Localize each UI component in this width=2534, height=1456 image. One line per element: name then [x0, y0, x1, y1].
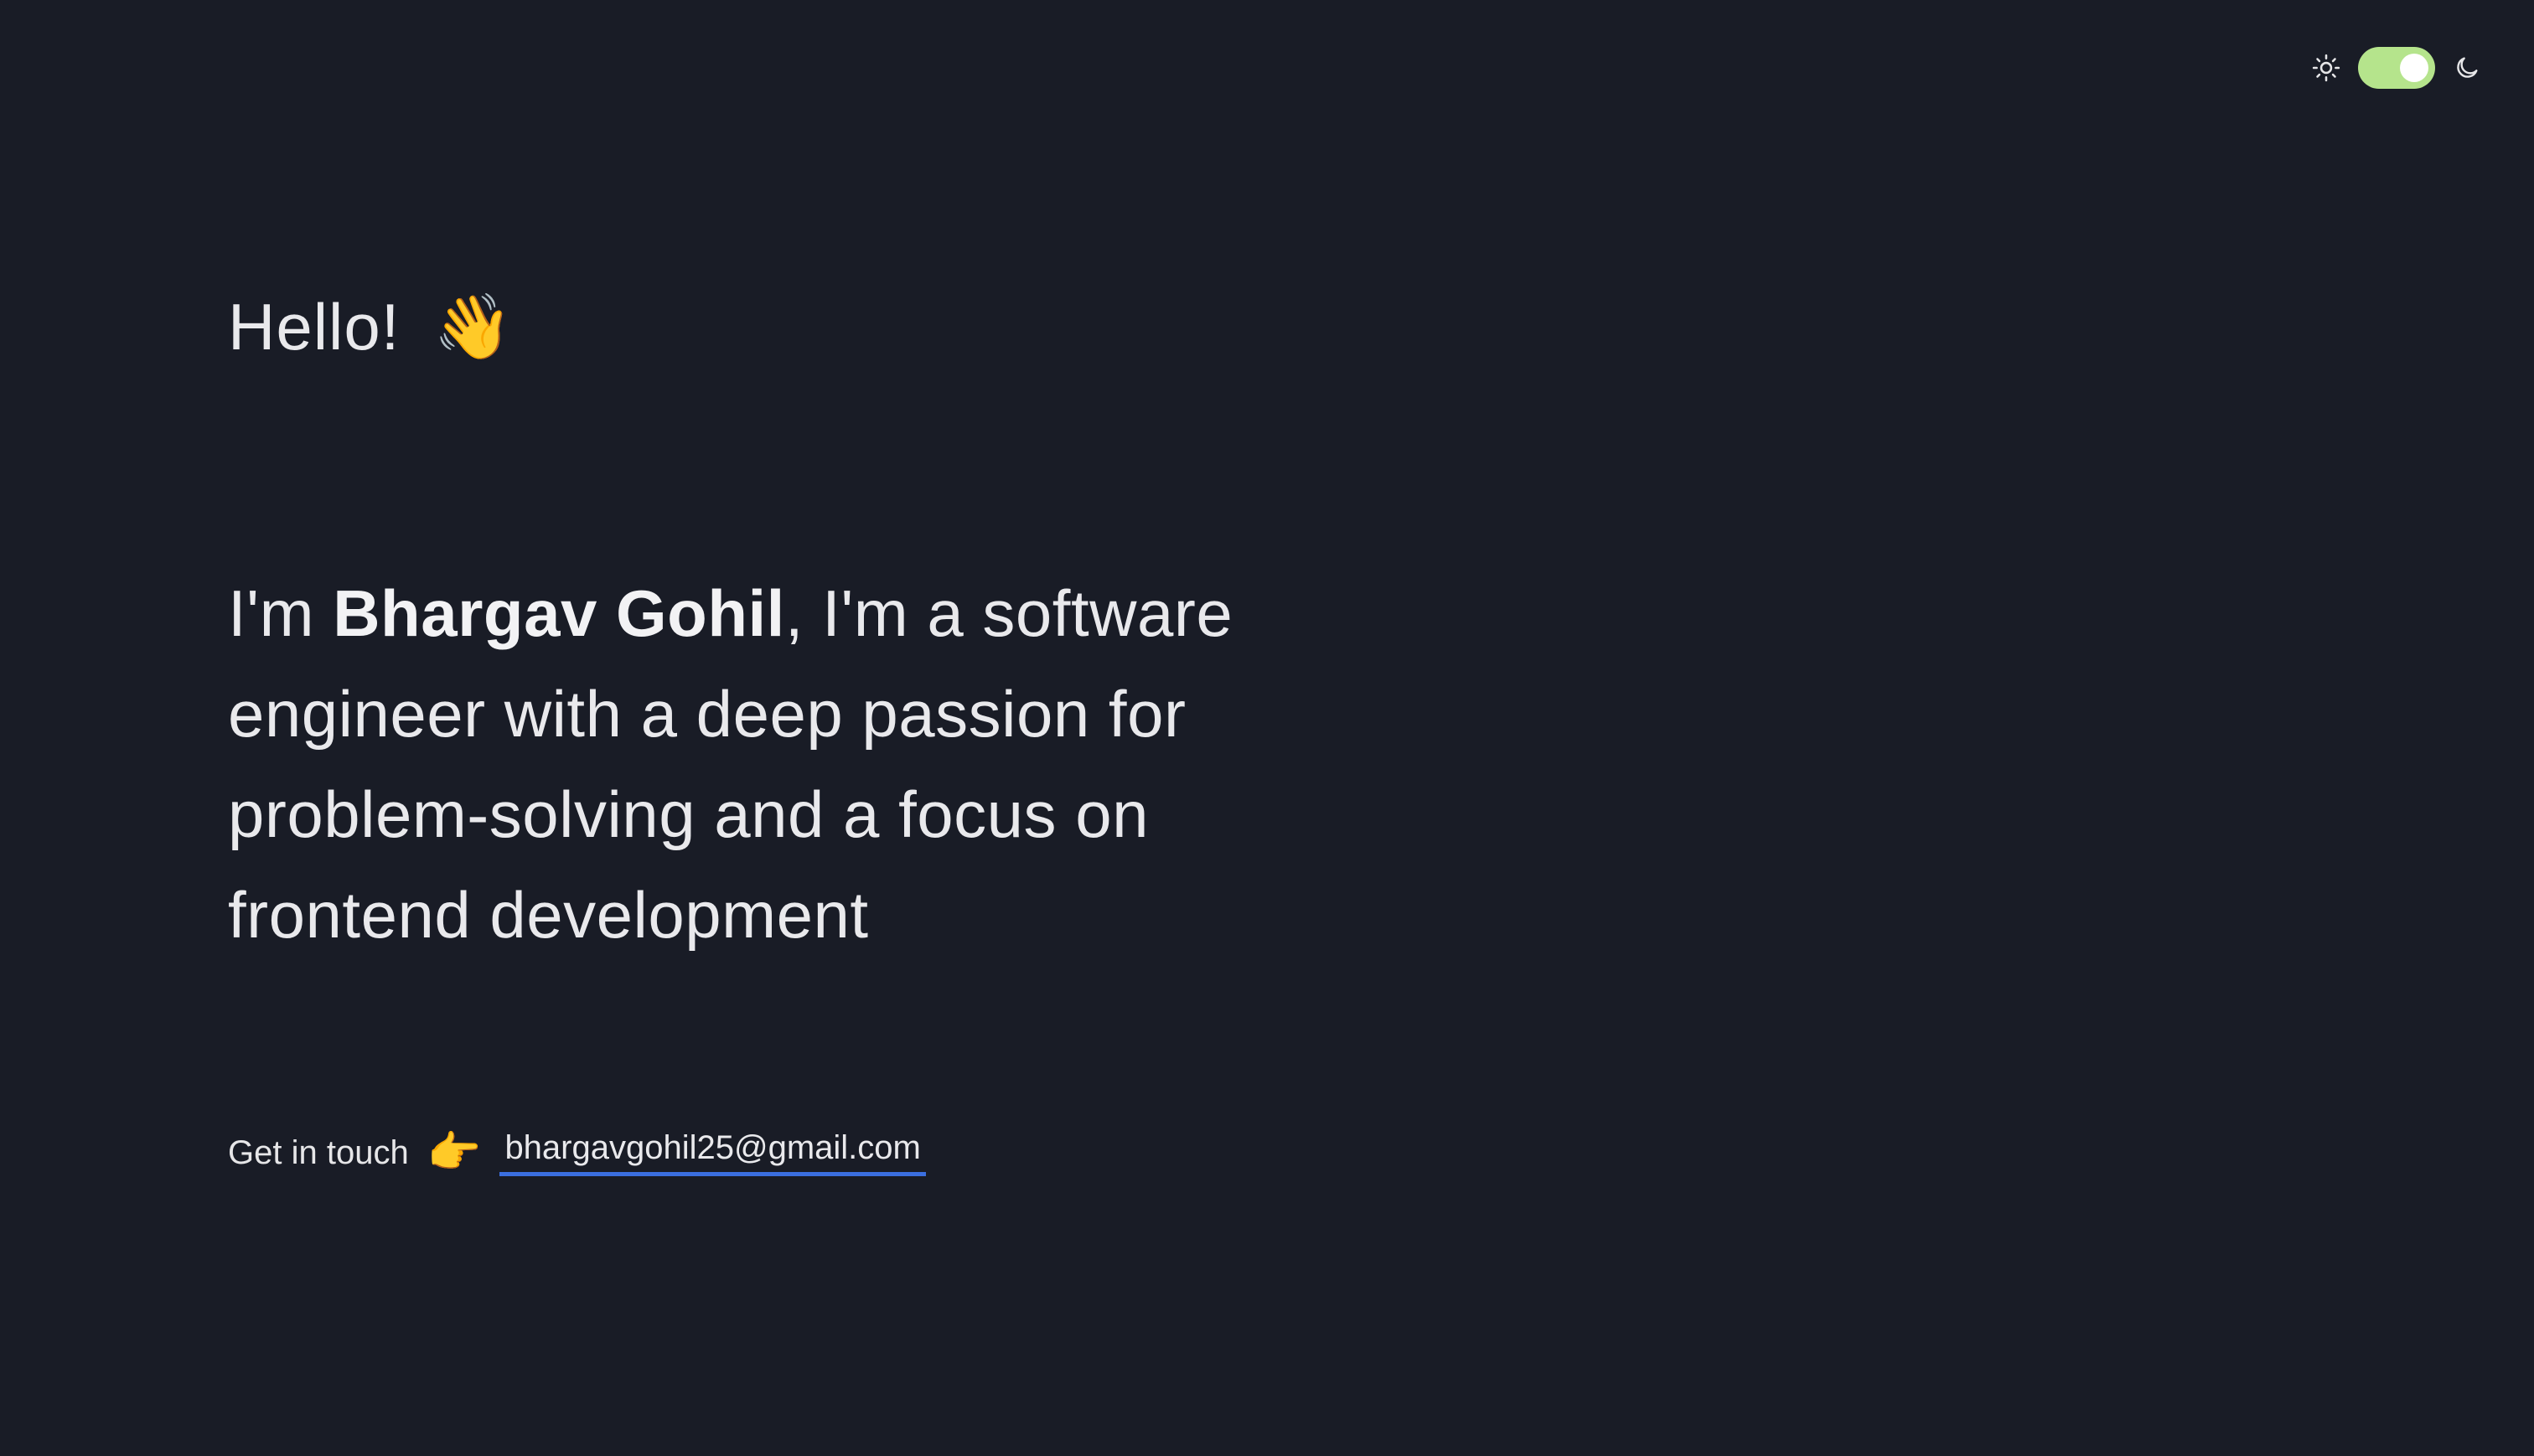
greeting-heading: Hello! 👋 — [228, 289, 514, 365]
contact-label: Get in touch — [228, 1133, 409, 1171]
intro-prefix: I'm — [228, 576, 334, 650]
theme-toggle[interactable] — [2358, 47, 2435, 89]
sun-icon — [2309, 51, 2343, 85]
waving-hand-emoji: 👋 — [433, 291, 515, 363]
page: Hello! 👋 I'm Bhargav Gohil, I'm a softwa… — [0, 0, 2534, 1456]
greeting-text: Hello! — [228, 290, 401, 364]
toggle-knob — [2400, 54, 2428, 82]
email-link[interactable]: bhargavgohil25@gmail.com — [499, 1129, 926, 1176]
author-name: Bhargav Gohil — [333, 576, 785, 650]
moon-icon — [2450, 51, 2484, 85]
contact-row: Get in touch 👉 bhargavgohil25@gmail.com — [228, 1129, 926, 1176]
intro-paragraph: I'm Bhargav Gohil, I'm a software engine… — [228, 563, 1284, 965]
theme-switch — [2309, 47, 2484, 89]
pointing-hand-emoji: 👉 — [427, 1128, 482, 1177]
